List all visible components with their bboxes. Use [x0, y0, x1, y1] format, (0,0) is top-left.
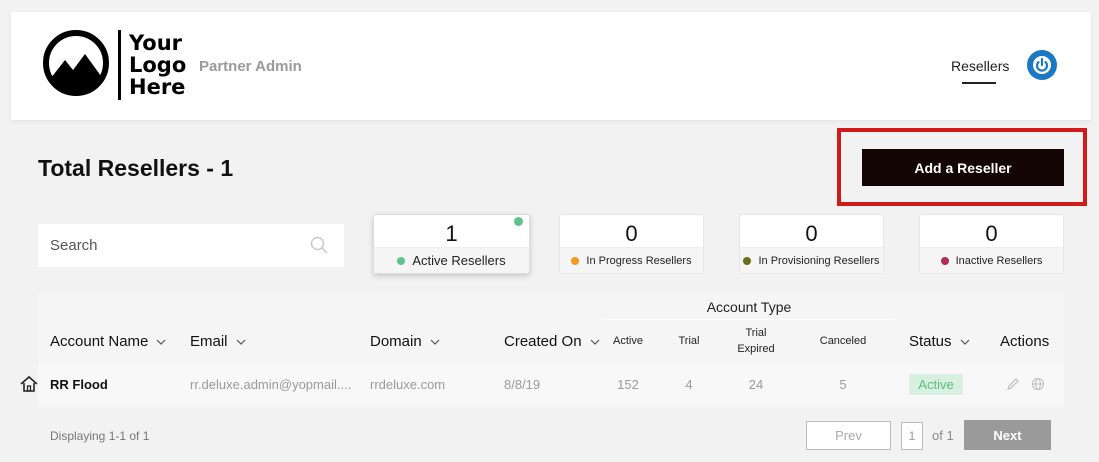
cell-canceled-count: 5 — [839, 377, 847, 392]
status-dot — [397, 256, 406, 265]
card-count: 0 — [805, 221, 818, 246]
card-in-progress-resellers[interactable]: 0 In Progress Resellers — [559, 214, 704, 274]
card-count: 1 — [445, 221, 458, 246]
cell-email: rr.deluxe.admin@yopmail.... — [190, 377, 352, 392]
cell-created-on: 8/8/19 — [504, 377, 541, 392]
next-button[interactable]: Next — [964, 420, 1051, 450]
card-label: Active Resellers — [412, 253, 506, 268]
card-label: In Provisioning Resellers — [758, 254, 880, 267]
card-label: In Progress Resellers — [586, 254, 692, 267]
chevron-down-icon — [590, 339, 599, 345]
status-dot — [743, 256, 752, 265]
home-icon — [20, 375, 38, 392]
cell-trial-expired-count: 24 — [748, 377, 764, 392]
chevron-down-icon — [960, 339, 969, 345]
cell-domain: rrdeluxe.com — [370, 377, 446, 392]
cell-active-count: 152 — [617, 377, 639, 392]
top-header: Your Logo Here Partner Admin Resellers — [11, 12, 1091, 120]
status-dot — [940, 256, 949, 265]
card-count: 0 — [985, 221, 998, 246]
card-active-resellers[interactable]: 1 Active Resellers — [373, 214, 530, 274]
logo-text: Your Logo Here — [129, 31, 187, 99]
column-header-domain[interactable]: Domain — [370, 333, 440, 350]
nav-item-resellers[interactable]: Resellers — [951, 58, 1009, 74]
logo-mountain-icon — [43, 30, 109, 96]
card-count: 0 — [625, 221, 638, 246]
column-header-actions: Actions — [1000, 333, 1050, 350]
column-header-canceled: Canceled — [819, 335, 867, 347]
card-label: Inactive Resellers — [955, 254, 1043, 267]
card-in-provisioning-resellers[interactable]: 0 In Provisioning Resellers — [739, 214, 884, 274]
column-header-trial: Trial — [678, 335, 700, 347]
power-icon — [1033, 56, 1051, 74]
edit-icon[interactable] — [1006, 377, 1020, 391]
status-dot — [571, 256, 580, 265]
column-header-account-name[interactable]: Account Name — [50, 333, 166, 350]
cell-trial-count: 4 — [685, 377, 693, 392]
card-inactive-resellers[interactable]: 0 Inactive Resellers — [919, 214, 1064, 274]
status-badge: Active — [909, 374, 963, 395]
chevron-down-icon — [430, 339, 440, 345]
globe-icon[interactable] — [1031, 377, 1045, 391]
column-header-active: Active — [613, 335, 643, 347]
power-button[interactable] — [1027, 50, 1057, 80]
prev-button[interactable]: Prev — [806, 421, 891, 450]
pagination-summary: Displaying 1-1 of 1 — [50, 429, 150, 443]
column-header-created-on[interactable]: Created On — [504, 333, 600, 350]
search-box[interactable] — [38, 224, 344, 267]
page-total: of 1 — [932, 428, 954, 443]
column-header-status[interactable]: Status — [909, 333, 970, 350]
column-header-trial-expired: Trial Expired — [737, 327, 775, 355]
brand-subtitle: Partner Admin — [199, 58, 302, 75]
page-number-input[interactable]: 1 — [901, 422, 923, 450]
cell-account-name[interactable]: RR Flood — [50, 377, 108, 392]
nav-active-underline — [962, 82, 996, 84]
search-icon[interactable] — [310, 236, 328, 254]
add-reseller-button[interactable]: Add a Reseller — [862, 149, 1064, 186]
account-type-group-header: Account Type — [603, 296, 895, 320]
chevron-down-icon — [156, 339, 166, 345]
chevron-down-icon — [236, 339, 245, 345]
page-title: Total Resellers - 1 — [38, 155, 234, 181]
search-input[interactable] — [50, 237, 300, 254]
column-header-email[interactable]: Email — [190, 333, 246, 350]
logo-divider — [118, 30, 121, 100]
